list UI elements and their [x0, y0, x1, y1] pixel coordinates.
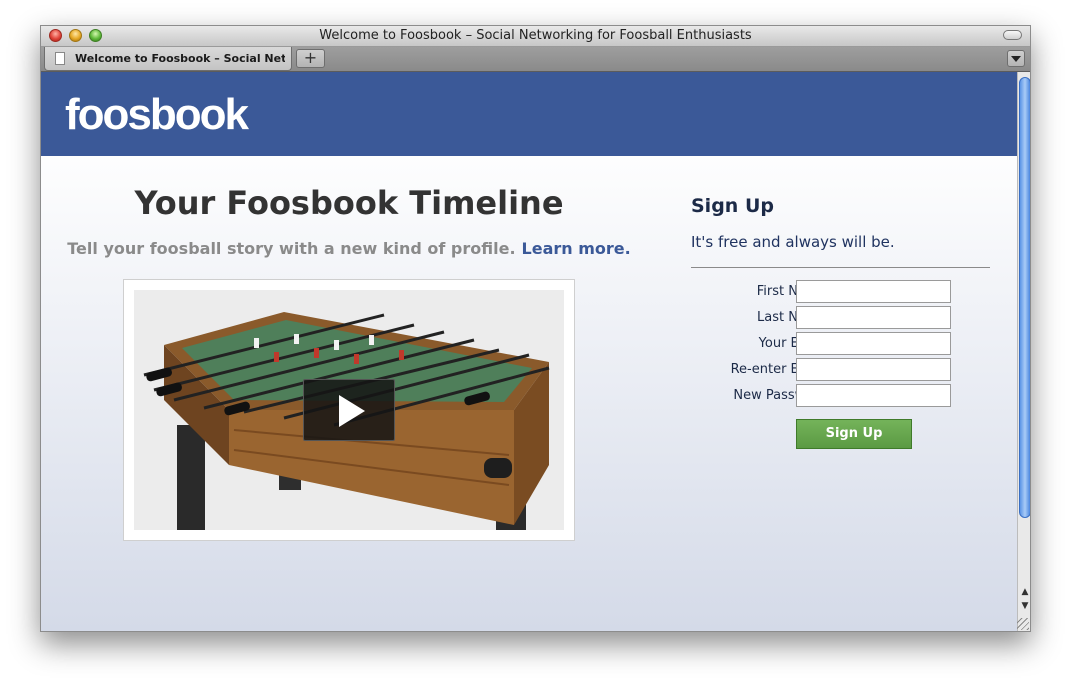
email-row: Your Email: — [681, 332, 981, 356]
title-bar: Welcome to Foosbook – Social Networking … — [41, 26, 1030, 47]
scroll-down-arrow-icon[interactable]: ▼ — [1018, 599, 1030, 613]
signup-button[interactable]: Sign Up — [796, 419, 912, 449]
video-player[interactable] — [134, 290, 564, 530]
last-name-row: Last Name: — [681, 306, 981, 330]
window-title: Welcome to Foosbook – Social Networking … — [319, 28, 752, 43]
scroll-up-arrow-icon[interactable]: ▲ — [1018, 585, 1030, 599]
video-frame — [123, 279, 575, 541]
password-row: New Password: — [681, 384, 981, 408]
new-tab-button[interactable]: + — [296, 49, 325, 68]
reenter-email-row: Re-enter Email: — [681, 358, 981, 382]
resize-grip-icon[interactable] — [1017, 618, 1029, 630]
tab-bar: Welcome to Foosbook – Social Net... + — [41, 47, 1030, 72]
first-name-row: First Name: — [681, 280, 981, 304]
password-input[interactable] — [796, 384, 951, 407]
page-icon — [55, 52, 65, 65]
foosbook-logo[interactable]: foosbook — [65, 90, 249, 140]
tab-label: Welcome to Foosbook – Social Net... — [75, 52, 285, 65]
signup-subtitle: It's free and always will be. — [691, 233, 895, 251]
play-icon[interactable] — [303, 379, 395, 441]
signup-title: Sign Up — [691, 195, 774, 217]
tab-foosbook[interactable]: Welcome to Foosbook – Social Net... — [44, 47, 292, 71]
timeline-subtitle: Tell your foosball story with a new kind… — [41, 239, 657, 258]
page-viewport: foosbook Your Foosbook Timeline Tell you… — [41, 72, 1017, 631]
timeline-title: Your Foosbook Timeline — [134, 184, 564, 222]
email-input[interactable] — [796, 332, 951, 355]
last-name-input[interactable] — [796, 306, 951, 329]
timeline-subtitle-text: Tell your foosball story with a new kind… — [67, 239, 516, 258]
browser-window: Welcome to Foosbook – Social Networking … — [40, 25, 1031, 632]
learn-more-link[interactable]: Learn more. — [522, 239, 631, 258]
tab-overflow-menu-button[interactable] — [1007, 50, 1025, 67]
scrollbar-thumb[interactable] — [1019, 77, 1030, 518]
toolbar-toggle-button[interactable] — [1003, 30, 1022, 40]
reenter-email-input[interactable] — [796, 358, 951, 381]
site-header: foosbook — [41, 72, 1017, 156]
first-name-input[interactable] — [796, 280, 951, 303]
signup-divider — [691, 267, 990, 268]
vertical-scrollbar[interactable]: ▲ ▼ — [1017, 72, 1030, 631]
